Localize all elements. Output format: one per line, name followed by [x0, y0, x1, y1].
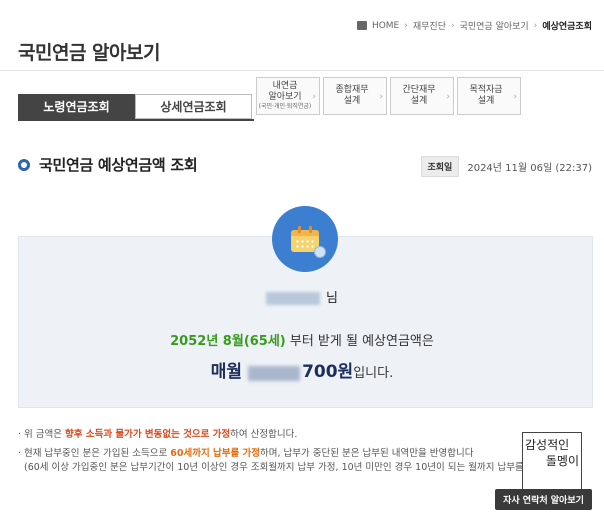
quick-link-comprehensive-plan[interactable]: 종합재무 설계 › — [323, 77, 387, 115]
home-icon[interactable] — [356, 21, 367, 30]
breadcrumb-pension[interactable]: 국민연금 알아보기 — [460, 19, 529, 32]
note-text: 위 금액은 — [24, 429, 66, 440]
quick-link-label: 설계 — [410, 96, 428, 106]
quick-link-label: 설계 — [477, 96, 495, 106]
pension-start-date: 2052년 8월(65세) — [170, 334, 286, 349]
notes: · 위 금액은 향후 소득과 물가가 변동없는 것으로 가정하여 산정합니다. … — [18, 428, 578, 480]
breadcrumb-separator: › — [404, 20, 408, 31]
note-highlight: 60세까지 납부를 가정 — [170, 448, 261, 459]
breadcrumb-current: 예상연금조회 — [542, 22, 592, 32]
watermark: 감성적인 돌멩이 — [522, 432, 582, 494]
watermark-line2: 돌멩이 — [545, 454, 579, 468]
amount-suffix: 700원 — [302, 362, 354, 382]
note-item: (60세 이상 가입중인 분은 납부기간이 10년 이상인 경우 조회월까지 납… — [18, 461, 578, 475]
watermark-line1: 감성적인 — [525, 438, 570, 452]
breadcrumb-finance[interactable]: 재무진단 — [413, 19, 446, 32]
quick-link-my-pension[interactable]: 내연금 알아보기 (국민·개인·퇴직연금) › — [256, 77, 320, 115]
quick-link-simple-plan[interactable]: 간단재무 설계 › — [390, 77, 454, 115]
note-text: 하여 산정합니다. — [230, 429, 298, 440]
note-highlight: 향후 소득과 물가가 변동없는 것으로 가정 — [65, 429, 231, 440]
chevron-right-icon: › — [312, 92, 316, 102]
title-divider — [0, 70, 604, 71]
tab-underline — [18, 119, 254, 121]
breadcrumb-home[interactable]: HOME — [372, 21, 399, 31]
calendar-icon — [272, 206, 338, 272]
note-item: · 현재 납부중인 분은 가입된 소득으로 60세까지 납부를 가정하며, 납부… — [18, 448, 474, 459]
quick-link-label: 간단재무 — [402, 85, 436, 95]
quick-link-sublabel: (국민·개인·퇴직연금) — [258, 103, 312, 110]
tab-detailed-pension[interactable]: 상세연금조회 — [135, 94, 252, 119]
chevron-right-icon: › — [513, 92, 517, 102]
redacted-amount — [248, 366, 301, 381]
tab-basic-pension[interactable]: 노령연금조회 — [18, 94, 135, 119]
breadcrumb-separator: › — [450, 20, 455, 31]
amount-tail: 입니다. — [353, 366, 394, 381]
note-text: 하며, 납부가 중단된 분은 납부된 내역만을 반영합니다 — [260, 448, 474, 459]
quick-link-label: 설계 — [343, 96, 361, 106]
section-title: 국민연금 예상연금액 조회 — [39, 156, 198, 174]
note-text: (60세 이상 가입중인 분은 납부기간이 10년 이상인 경우 조회월까지 납… — [24, 462, 545, 473]
inquiry-date-badge: 조회일 — [420, 156, 460, 177]
pension-start-line: 2052년 8월(65세) 부터 받게 될 예상연금액은 — [0, 330, 604, 349]
section-header: 국민연금 예상연금액 조회 — [18, 154, 198, 175]
quick-link-label: 종합재무 — [335, 85, 369, 95]
page-title: 국민연금 알아보기 — [18, 42, 160, 64]
chevron-right-icon: › — [379, 92, 383, 102]
quick-link-label: 목적자금 — [469, 85, 503, 95]
monthly-label: 매월 — [210, 362, 243, 382]
pension-start-text: 부터 받게 될 예상연금액은 — [285, 334, 434, 349]
coin-icon — [314, 246, 326, 258]
quick-link-goal-fund-plan[interactable]: 목적자금 설계 › — [457, 77, 521, 115]
name-suffix: 님 — [326, 291, 338, 306]
inquiry-info: 조회일 2024년 11월 06일 (22:37) — [420, 156, 592, 177]
recipient-name-line: 님 — [0, 287, 604, 306]
breadcrumb: HOME › 재무진단 › 국민연금 알아보기 › 예상연금조회 — [356, 19, 592, 32]
chevron-right-icon: › — [446, 92, 450, 102]
quick-link-label: 알아보기 — [268, 92, 302, 102]
breadcrumb-separator: › — [533, 20, 538, 31]
redacted-name — [266, 292, 321, 305]
quick-links: 내연금 알아보기 (국민·개인·퇴직연금) › 종합재무 설계 › 간단재무 설… — [256, 77, 521, 115]
bullet-ring-icon — [18, 158, 30, 171]
pension-amount-line: 매월 700원입니다. — [0, 357, 604, 382]
inquiry-date: 2024년 11월 06일 (22:37) — [467, 163, 592, 174]
tab-bar: 노령연금조회 상세연금조회 — [18, 94, 252, 119]
contact-button[interactable]: 자사 연락처 알아보기 — [495, 489, 592, 510]
note-text: 현재 납부중인 분은 가입된 소득으로 — [24, 448, 171, 459]
quick-link-label: 내연금 — [272, 81, 298, 91]
note-item: · 위 금액은 향후 소득과 물가가 변동없는 것으로 가정하여 산정합니다. — [18, 429, 298, 440]
